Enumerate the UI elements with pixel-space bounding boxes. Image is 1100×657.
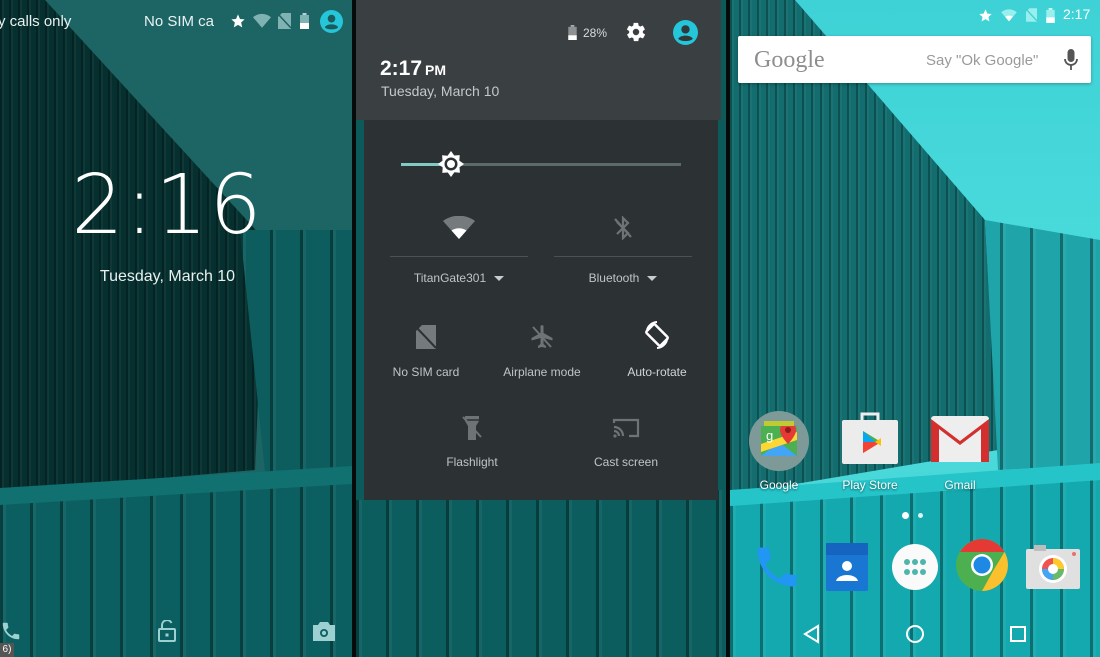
tile-airplane-mode[interactable]: Airplane mode [492, 320, 592, 390]
tile-label[interactable]: TitanGate301 [390, 271, 528, 285]
airplane-off-icon [529, 323, 555, 351]
quick-settings-grid: TitanGate301 Bluetooth No SIM card Airpl… [364, 120, 718, 500]
no-sim-icon [276, 12, 292, 30]
quick-settings-panel: 28% 2:17 PM Tuesday, March 10 TitanGate30… [356, 0, 726, 657]
battery-icon [566, 24, 578, 41]
google-folder-icon: g [748, 410, 810, 472]
app-drawer-icon[interactable] [886, 538, 944, 596]
chrome-icon[interactable] [953, 536, 1011, 594]
lock-date: Tuesday, March 10 [99, 268, 236, 285]
wifi-network-name: TitanGate301 [413, 271, 487, 285]
app-gmail[interactable]: Gmail [920, 410, 1000, 496]
lock-clock: 2:16 [71, 158, 264, 253]
home-icon [906, 625, 924, 643]
battery-icon [298, 12, 310, 30]
tile-flashlight[interactable]: Flashlight [422, 412, 522, 482]
user-avatar-icon[interactable] [672, 19, 698, 45]
back-icon [803, 624, 819, 644]
tile-label: Flashlight [446, 455, 498, 469]
page-indicator-active[interactable] [902, 512, 909, 519]
cast-icon [611, 414, 641, 442]
tile-label: Auto-rotate [627, 365, 687, 379]
google-logo: Google [754, 47, 825, 73]
sim-status-text: No SIM ca [144, 13, 215, 30]
search-hint: Say "Ok Google" [926, 52, 1039, 69]
battery-percent: 28% [583, 26, 608, 40]
dropdown-caret-icon[interactable] [647, 276, 658, 282]
app-play-store[interactable]: Play Store [830, 410, 910, 496]
app-label: Google [759, 478, 799, 492]
app-label: Play Store [842, 478, 898, 492]
clock-hours: 2 [71, 158, 126, 253]
gmail-icon [930, 416, 990, 462]
carrier-text: y calls only [0, 13, 72, 30]
dropdown-caret-icon[interactable] [494, 276, 505, 282]
svg-text:g: g [766, 428, 773, 443]
tile-divider [554, 256, 692, 257]
lock-screen-panel: y calls only No SIM ca 2:16 Tuesday, Mar… [0, 0, 352, 657]
page-indicator[interactable] [918, 513, 923, 518]
unlock-icon[interactable] [155, 619, 179, 643]
play-store-icon [840, 410, 900, 470]
status-time: 2:17 [1063, 6, 1091, 22]
star-icon [976, 6, 994, 24]
tile-bluetooth[interactable]: Bluetooth [554, 210, 692, 290]
home-button[interactable] [895, 614, 935, 654]
wifi-icon [1000, 6, 1018, 24]
star-icon [229, 12, 247, 30]
shade-clock: 2:17 PM [380, 57, 446, 81]
brightness-slider[interactable] [401, 151, 681, 177]
no-sim-icon [414, 324, 438, 350]
user-avatar-icon[interactable] [320, 10, 343, 33]
tile-wifi[interactable]: TitanGate301 [390, 210, 528, 290]
wifi-icon [252, 12, 272, 30]
clock-minutes: 16 [155, 158, 264, 253]
contacts-icon[interactable] [818, 538, 876, 596]
shade-ampm: PM [425, 62, 447, 78]
tile-auto-rotate[interactable]: Auto-rotate [607, 320, 707, 390]
tile-cast-screen[interactable]: Cast screen [576, 412, 676, 482]
back-button[interactable] [792, 614, 832, 654]
tile-label: Airplane mode [503, 365, 581, 379]
corner-tag: 6) [0, 643, 14, 657]
tile-label: No SIM card [392, 365, 460, 379]
shade-time: 2:17 [380, 57, 423, 80]
no-sim-icon [1024, 6, 1038, 24]
flashlight-off-icon [460, 414, 484, 442]
camera-icon[interactable] [1024, 538, 1082, 596]
tile-label[interactable]: Bluetooth [554, 271, 692, 285]
recents-button[interactable] [998, 614, 1038, 654]
app-google[interactable]: g Google [739, 410, 819, 496]
auto-rotate-icon [642, 320, 672, 350]
phone-icon[interactable] [0, 620, 22, 642]
bluetooth-label: Bluetooth [588, 271, 640, 285]
app-label: Gmail [944, 478, 976, 492]
wifi-icon [442, 214, 476, 242]
tile-label: Cast screen [593, 455, 659, 469]
tile-no-sim[interactable]: No SIM card [376, 320, 476, 390]
tile-divider [390, 256, 528, 257]
recents-icon [1010, 626, 1026, 642]
settings-gear-icon[interactable] [624, 20, 648, 44]
phone-icon[interactable] [748, 538, 806, 596]
shade-date: Tuesday, March 10 [381, 83, 500, 99]
mic-icon[interactable] [1060, 48, 1082, 72]
camera-icon[interactable] [312, 620, 336, 642]
notification-header: 28% 2:17 PM Tuesday, March 10 [356, 0, 721, 120]
brightness-icon[interactable] [437, 150, 465, 178]
bluetooth-off-icon [611, 214, 635, 242]
google-search-bar[interactable]: Google Say "Ok Google" [738, 36, 1091, 83]
home-screen-panel: 2:17 Google Say "Ok Google" g Google Pla… [730, 0, 1100, 657]
status-bar: y calls only No SIM ca [0, 0, 352, 42]
battery-icon [1044, 6, 1056, 24]
